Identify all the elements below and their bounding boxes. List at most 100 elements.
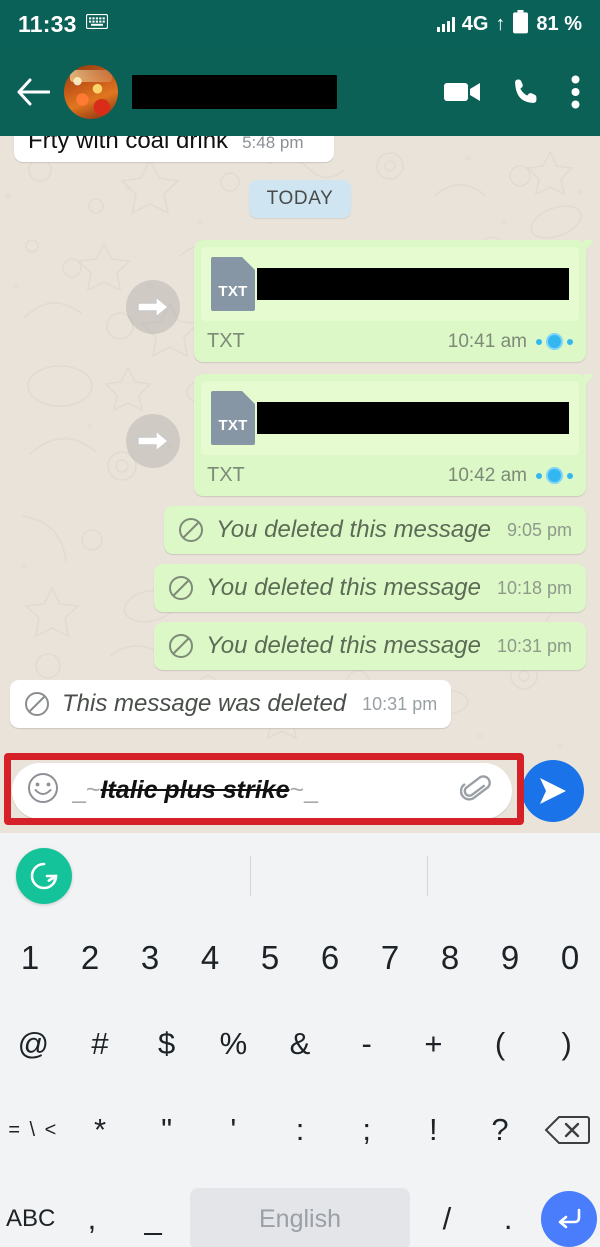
day-divider-row: TODAY <box>14 136 586 218</box>
key-3[interactable]: 3 <box>120 915 180 1001</box>
keyboard-row-symbols-1: @ # $ % & - + ( ) <box>0 1001 600 1087</box>
keyboard-row-symbols-2: = \ < * " ' : ; ! ? <box>0 1087 600 1173</box>
key-paren-close[interactable]: ) <box>533 1001 600 1087</box>
key-at[interactable]: @ <box>0 1001 67 1087</box>
key-enter-wrap <box>539 1173 600 1247</box>
file-message-bubble[interactable]: TXT TXT 10:41 am <box>194 240 594 362</box>
deleted-message-bubble[interactable]: This message was deleted 10:31 pm <box>10 680 452 728</box>
paperclip-icon[interactable] <box>459 771 494 810</box>
status-bar: 11:33 4G ↑ 81 % <box>0 0 600 48</box>
more-options-icon[interactable] <box>571 75 580 109</box>
file-preview[interactable]: TXT <box>201 381 579 455</box>
battery-percent: 81 % <box>536 12 582 35</box>
phone-call-icon[interactable] <box>511 77 541 107</box>
enter-icon[interactable] <box>541 1191 598 1247</box>
key-question[interactable]: ? <box>467 1087 534 1173</box>
keyboard-icon <box>85 13 108 34</box>
network-arrow-icon: ↑ <box>495 12 506 35</box>
key-8[interactable]: 8 <box>420 915 480 1001</box>
keyboard-row-numbers: 1 2 3 4 5 6 7 8 9 0 <box>0 915 600 1001</box>
txt-file-badge: TXT <box>218 283 248 300</box>
message-time: 10:18 pm <box>496 577 572 598</box>
file-preview[interactable]: TXT <box>201 247 579 321</box>
key-semicolon[interactable]: ; <box>333 1087 400 1173</box>
deleted-message-text: You deleted this message <box>206 632 481 659</box>
message-time: 9:05 pm <box>506 519 572 540</box>
keyboard-row-bottom: ABC , _ English / . <box>0 1173 600 1247</box>
message-time: 10:31 pm <box>362 693 438 714</box>
key-plus[interactable]: + <box>400 1001 467 1087</box>
battery-icon <box>512 9 529 39</box>
key-slash[interactable]: / <box>416 1173 477 1247</box>
back-arrow-icon[interactable] <box>16 75 50 109</box>
message-row-deleted-1: You deleted this message 9:05 pm <box>14 496 586 554</box>
message-input-bar: _~Italic plus strike~_ <box>0 748 600 833</box>
message-row-deleted-2: You deleted this message 10:18 pm <box>14 554 586 612</box>
key-4[interactable]: 4 <box>180 915 240 1001</box>
key-ampersand[interactable]: & <box>267 1001 334 1087</box>
message-row-deleted-3: You deleted this message 10:31 pm <box>14 612 586 670</box>
key-double-quote[interactable]: " <box>133 1087 200 1173</box>
network-type: 4G <box>461 12 489 35</box>
deleted-message-bubble[interactable]: You deleted this message 10:18 pm <box>154 564 586 612</box>
app-bar-actions <box>443 75 584 109</box>
backspace-icon[interactable] <box>533 1087 600 1173</box>
txt-file-icon: TXT <box>211 391 255 445</box>
key-colon[interactable]: : <box>267 1087 334 1173</box>
status-time: 11:33 <box>18 10 77 37</box>
downloading-indicator <box>536 333 573 350</box>
key-0[interactable]: 0 <box>540 915 600 1001</box>
key-2[interactable]: 2 <box>60 915 120 1001</box>
key-single-quote[interactable]: ' <box>200 1087 267 1173</box>
key-asterisk[interactable]: * <box>67 1087 134 1173</box>
send-icon <box>540 777 566 804</box>
signal-bars-icon <box>436 16 455 32</box>
on-screen-keyboard[interactable]: 1 2 3 4 5 6 7 8 9 0 @ # $ % & - + ( ) = … <box>0 833 600 1247</box>
suggestion-divider-2 <box>427 856 428 896</box>
key-1[interactable]: 1 <box>0 915 60 1001</box>
video-call-icon[interactable] <box>443 79 481 105</box>
chat-app-bar <box>0 48 600 136</box>
key-underscore[interactable]: _ <box>123 1173 184 1247</box>
key-abc-switch[interactable]: ABC <box>0 1173 61 1247</box>
forward-arrow-icon[interactable] <box>126 414 180 468</box>
contact-name-redacted[interactable] <box>132 75 337 109</box>
key-symbol-switch[interactable]: = \ < <box>0 1087 67 1173</box>
key-percent[interactable]: % <box>200 1001 267 1087</box>
key-dollar[interactable]: $ <box>133 1001 200 1087</box>
chat-message-list[interactable]: Frty with coal drink 5:48 pm TODAY TXT T… <box>0 136 600 748</box>
key-6[interactable]: 6 <box>300 915 360 1001</box>
key-period[interactable]: . <box>478 1173 539 1247</box>
forward-arrow-icon[interactable] <box>126 280 180 334</box>
deleted-message-text: You deleted this message <box>216 516 491 543</box>
key-exclamation[interactable]: ! <box>400 1087 467 1173</box>
key-9[interactable]: 9 <box>480 915 540 1001</box>
markdown-suffix: ~_ <box>289 776 318 804</box>
deleted-message-bubble[interactable]: You deleted this message 9:05 pm <box>164 506 586 554</box>
status-bar-left: 11:33 <box>18 11 108 38</box>
key-comma[interactable]: , <box>61 1173 122 1247</box>
key-7[interactable]: 7 <box>360 915 420 1001</box>
downloading-indicator <box>536 467 573 484</box>
blocked-circle-icon <box>168 575 194 601</box>
deleted-message-bubble[interactable]: You deleted this message 10:31 pm <box>154 622 586 670</box>
suggestion-bar <box>0 837 600 915</box>
file-message-meta: TXT 10:42 am <box>201 455 579 496</box>
emoji-smiley-icon[interactable] <box>26 771 60 810</box>
message-input-field[interactable]: _~Italic plus strike~_ <box>12 762 512 819</box>
key-paren-open[interactable]: ( <box>467 1001 534 1087</box>
composed-message-text[interactable]: _~Italic plus strike~_ <box>72 776 448 805</box>
grammarly-icon[interactable] <box>16 848 72 904</box>
meta-right: 10:41 am <box>448 331 573 353</box>
file-message-bubble[interactable]: TXT TXT 10:42 am <box>194 374 594 496</box>
blocked-circle-icon <box>24 691 50 717</box>
send-button[interactable] <box>522 759 584 822</box>
file-name-redacted <box>257 402 569 434</box>
key-hyphen[interactable]: - <box>333 1001 400 1087</box>
key-hash[interactable]: # <box>67 1001 134 1087</box>
markdown-prefix: _~ <box>72 776 101 804</box>
key-5[interactable]: 5 <box>240 915 300 1001</box>
spacebar-key[interactable]: English <box>189 1188 411 1247</box>
status-bar-right: 4G ↑ 81 % <box>436 9 582 39</box>
avatar[interactable] <box>64 65 118 119</box>
